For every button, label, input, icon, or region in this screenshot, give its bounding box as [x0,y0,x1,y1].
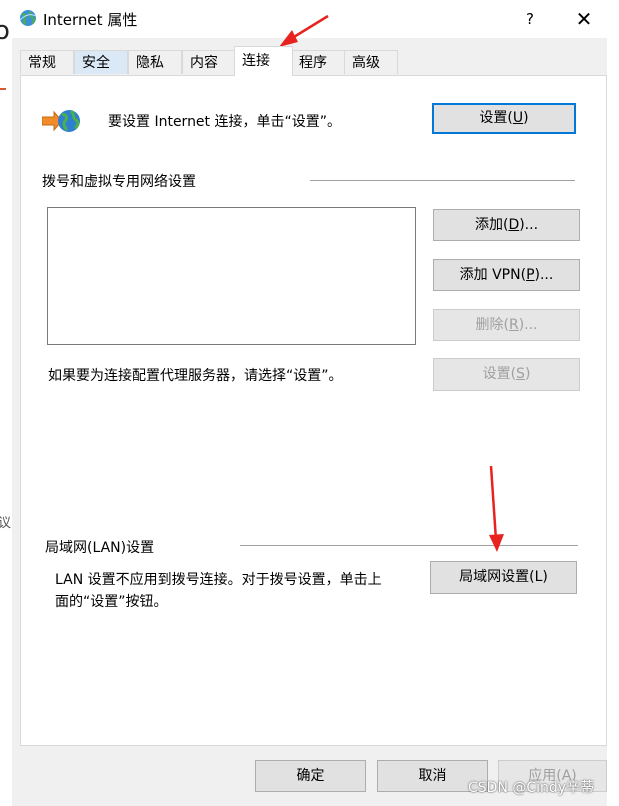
close-button[interactable]: ✕ [569,6,599,32]
tab-programs[interactable]: 程序 [291,50,345,74]
internet-properties-dialog: Internet 属性 ? ✕ 常规 安全 隐私 内容 连接 程序 高级 要设置… [12,0,607,806]
connections-listbox[interactable] [47,207,416,345]
tab-content[interactable]: 内容 [182,50,236,74]
proxy-hint-text: 如果要为连接配置代理服务器，请选择“设置”。 [48,368,343,384]
lan-settings-button[interactable]: 局域网设置(L) [430,561,577,594]
dialup-group-label: 拨号和虚拟专用网络设置 [42,174,196,190]
lan-group-divider [240,545,578,546]
background-window-right [606,0,619,806]
csdn-watermark: CSDN @Cindy辛蒂 [468,780,595,796]
background-text-fragment: o [0,16,10,46]
add-vpn-button[interactable]: 添加 VPN(P)... [433,259,580,291]
background-text-fragment-2: 议 [0,516,12,531]
lan-description-line2: 面的“设置”按钮。 [55,594,168,610]
setup-button[interactable]: 设置(U) [432,103,576,134]
dialup-group-divider [310,180,575,181]
add-button[interactable]: 添加(D)... [433,209,580,241]
lan-description-line1: LAN 设置不应用到拨号连接。对于拨号设置，单击上 [55,572,382,588]
title-bar: Internet 属性 ? ✕ [12,0,607,38]
tab-advanced[interactable]: 高级 [344,50,398,74]
window-title: Internet 属性 [43,11,138,29]
background-window-left [0,0,12,806]
tab-connections[interactable]: 连接 [234,46,293,76]
lan-group-label: 局域网(LAN)设置 [45,540,155,556]
ok-button[interactable]: 确定 [255,760,366,792]
internet-globe-icon [19,10,37,26]
dialup-settings-button[interactable]: 设置(S) [433,358,580,391]
internet-connection-wizard-icon [42,109,80,132]
background-accent-line [0,88,6,90]
tab-security[interactable]: 安全 [74,50,128,74]
setup-description: 要设置 Internet 连接，单击“设置”。 [108,114,341,130]
tab-privacy[interactable]: 隐私 [128,50,182,74]
help-button[interactable]: ? [517,7,543,31]
remove-button[interactable]: 删除(R)... [433,309,580,341]
tab-general[interactable]: 常规 [20,50,74,74]
